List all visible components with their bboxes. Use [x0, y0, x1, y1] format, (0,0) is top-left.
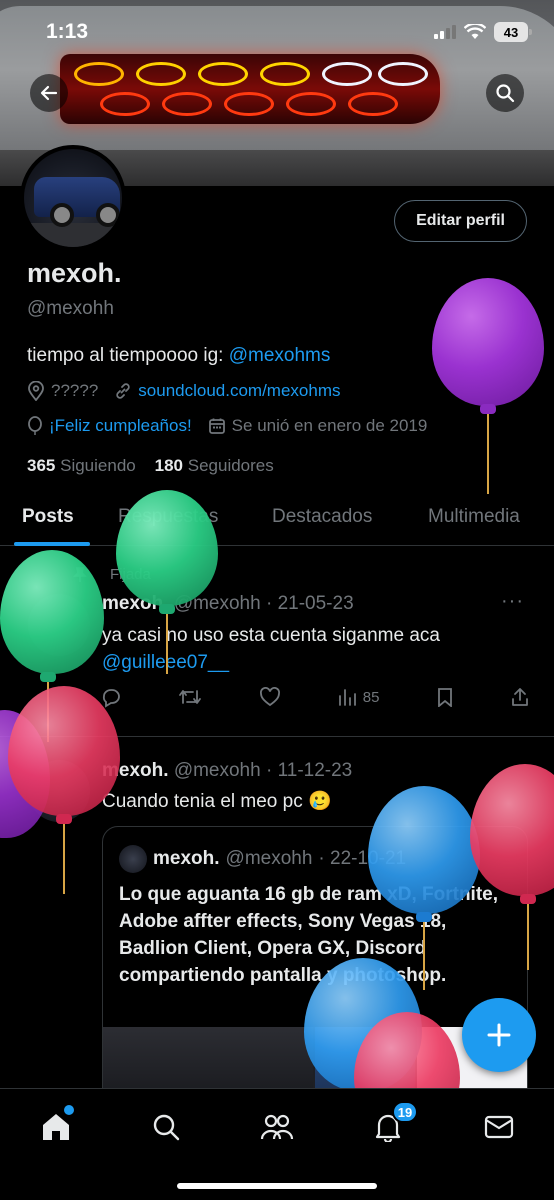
post-avatar[interactable]	[28, 760, 90, 822]
home-unread-dot	[64, 1105, 74, 1115]
birthday-text[interactable]: ¡Feliz cumpleaños!	[49, 416, 192, 436]
profile-bio: tiempo al tiempoooo ig: @mexohms	[27, 345, 330, 367]
like-button[interactable]	[259, 687, 281, 707]
quoted-author-handle: @mexohh	[225, 848, 313, 869]
share-button[interactable]	[510, 687, 530, 707]
profile-birthday[interactable]: ¡Feliz cumpleaños!	[27, 416, 192, 436]
compose-button[interactable]	[462, 998, 536, 1072]
post-more-button[interactable]: ···	[501, 590, 524, 613]
bookmark-button[interactable]	[436, 687, 454, 707]
post-date[interactable]: · 11-12-23	[266, 760, 352, 781]
post-date[interactable]: · 21-05-23	[266, 593, 354, 614]
tab-destacados[interactable]: Destacados	[272, 506, 372, 528]
post-header: mexoh. @mexohh · 21-05-23	[102, 593, 354, 615]
status-bar: 1:13 43	[0, 0, 554, 64]
nav-messages[interactable]	[479, 1107, 519, 1147]
following-count: 365	[27, 456, 56, 475]
profile-name: mexoh.	[27, 258, 122, 288]
wifi-icon	[464, 24, 486, 39]
post-mention-link[interactable]: @guilleee07__	[102, 649, 440, 676]
quoted-post-text: Lo que aguanta 16 gb de ram xD, Fortnite…	[119, 884, 498, 986]
share-icon	[512, 688, 528, 706]
profile-location: ?????	[27, 381, 98, 401]
location-icon	[28, 381, 44, 401]
post-author-name[interactable]: mexoh.	[102, 760, 169, 781]
tab-respuestas[interactable]: Respuestas	[118, 506, 218, 528]
repost-button[interactable]	[178, 686, 202, 708]
following-label: Siguiendo	[60, 456, 136, 475]
pin-icon	[73, 566, 87, 582]
website-link[interactable]: soundcloud.com/mexohms	[138, 381, 340, 401]
post-header: mexoh. @mexohh · 11-12-23	[102, 760, 352, 782]
post-text: ya casi no uso esta cuenta siganme aca @…	[102, 622, 440, 676]
nav-communities[interactable]	[257, 1107, 297, 1147]
profile-avatar[interactable]	[20, 145, 126, 251]
notifications-badge: 19	[392, 1101, 418, 1123]
like-icon	[259, 687, 280, 707]
profile-tabs: Posts Respuestas Destacados Multimedia	[0, 490, 554, 546]
status-time: 1:13	[46, 20, 89, 43]
post-actions: 85	[100, 686, 530, 708]
post-author-handle: @mexohh	[173, 760, 261, 781]
pinned-text: Fijada	[110, 566, 151, 583]
bookmark-icon	[437, 688, 452, 707]
search-button[interactable]	[486, 74, 524, 112]
post-author-name[interactable]: mexoh.	[102, 593, 169, 614]
calendar-icon	[208, 418, 225, 434]
following-link[interactable]: 365 Siguiendo	[27, 456, 136, 475]
followers-label: Seguidores	[187, 456, 274, 475]
edit-profile-button[interactable]: Editar perfil	[394, 200, 527, 242]
pinned-label: Fijada	[72, 566, 151, 583]
tab-multimedia[interactable]: Multimedia	[428, 506, 520, 528]
views-button[interactable]: 85	[337, 687, 380, 707]
back-arrow-icon	[40, 85, 58, 101]
nav-search[interactable]	[146, 1107, 186, 1147]
profile-meta-row-1: ????? soundcloud.com/mexohms	[27, 381, 357, 401]
quoted-author-name: mexoh.	[153, 848, 220, 869]
taillight-image	[60, 54, 440, 124]
followers-count: 180	[154, 456, 184, 475]
post-body: ya casi no uso esta cuenta siganme aca	[102, 625, 440, 646]
follow-stats: 365 Siguiendo 180 Seguidores	[27, 456, 274, 476]
profile-website[interactable]: soundcloud.com/mexohms	[114, 381, 341, 401]
joined-text: Se unió en enero de 2019	[231, 416, 428, 435]
post-avatar[interactable]	[28, 594, 90, 656]
views-icon	[338, 689, 356, 706]
profile-joined: Se unió en enero de 2019	[208, 416, 428, 436]
profile-meta-row-2: ¡Feliz cumpleaños! Se unió en enero de 2…	[27, 416, 443, 436]
quoted-post-date: · 22-10-21	[318, 848, 407, 869]
post-author-handle: @mexohh	[173, 593, 261, 614]
followers-link[interactable]: 180 Seguidores	[155, 456, 274, 475]
post-text: Cuando tenia el meo pc 🥲	[102, 791, 332, 812]
search-icon	[153, 1114, 180, 1141]
link-icon	[116, 383, 130, 399]
search-icon	[496, 84, 515, 103]
bio-text: tiempo al tiempoooo ig:	[27, 345, 229, 366]
reply-icon	[102, 689, 120, 708]
signal-icon	[434, 25, 456, 39]
profile-handle: @mexohh	[27, 298, 114, 319]
reply-button[interactable]	[100, 686, 122, 708]
quoted-post-avatar	[119, 845, 147, 873]
status-icons: 43	[434, 22, 532, 42]
location-text: ?????	[51, 381, 99, 400]
balloon-icon	[28, 416, 42, 435]
plus-icon	[487, 1023, 511, 1047]
mail-icon	[484, 1115, 514, 1139]
people-icon	[260, 1114, 294, 1140]
tab-posts[interactable]: Posts	[22, 506, 74, 528]
quoted-post-header: mexoh. @mexohh · 22-10-21	[119, 845, 406, 873]
battery-indicator: 43	[494, 22, 532, 42]
home-icon	[43, 1114, 69, 1140]
views-count: 85	[362, 688, 380, 706]
active-tab-indicator	[14, 542, 90, 546]
quoted-post[interactable]: mexoh. @mexohh · 22-10-21 Lo que aguanta…	[102, 826, 528, 1106]
back-button[interactable]	[30, 74, 68, 112]
bio-link[interactable]: @mexohms	[229, 345, 331, 366]
retweet-icon	[179, 690, 202, 704]
home-indicator[interactable]	[177, 1183, 377, 1189]
